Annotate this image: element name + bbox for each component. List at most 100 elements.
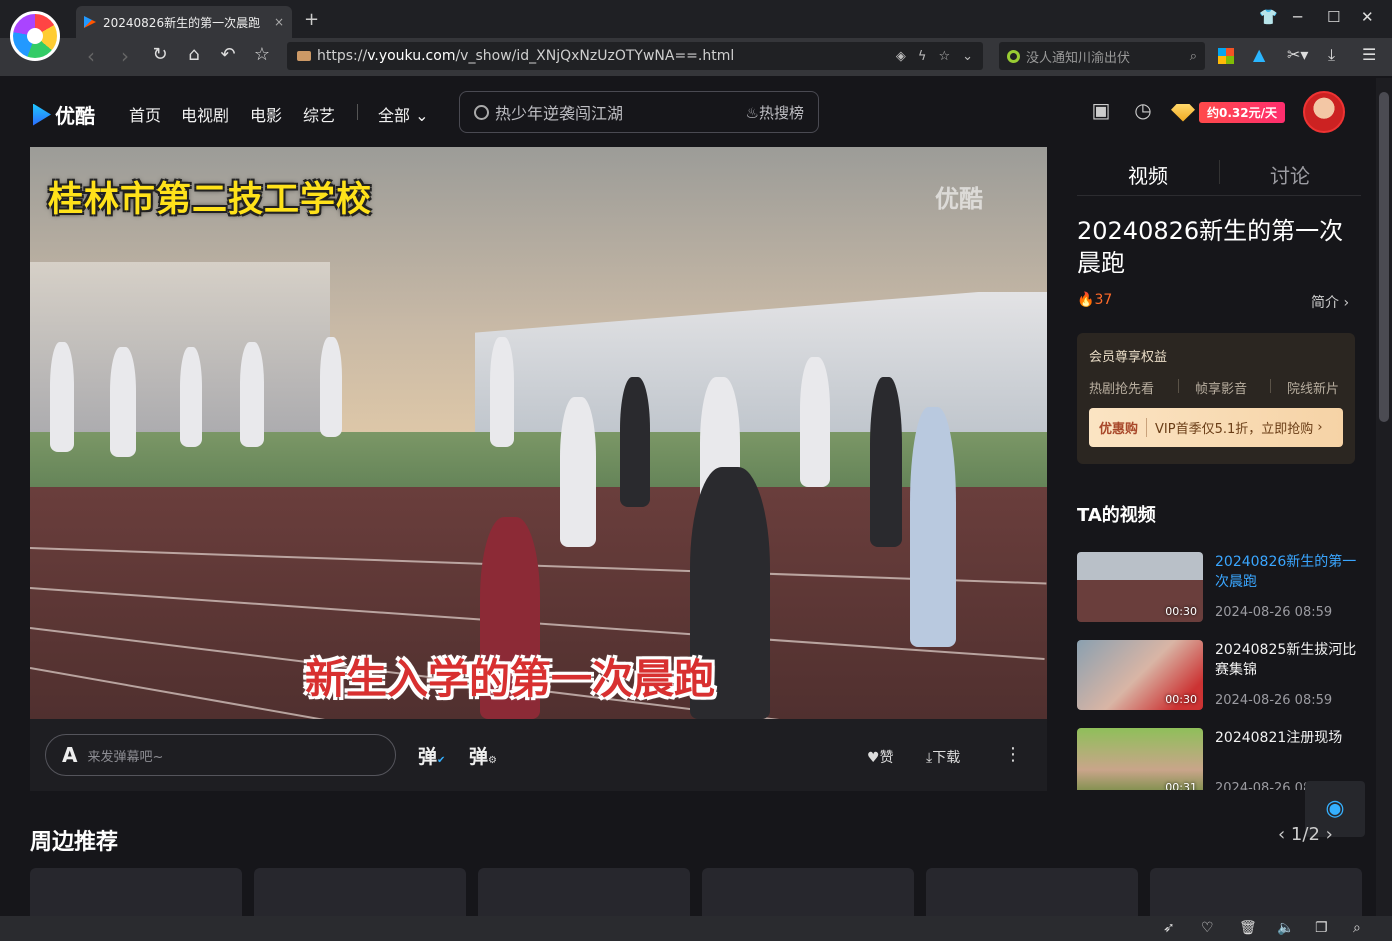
trash-icon[interactable]: 🗑 [1239, 920, 1257, 936]
youku-watermark: 优酷 [935, 185, 983, 213]
vip-badge[interactable]: 约0.32元/天 [1171, 102, 1285, 123]
back-icon[interactable]: ‹ [78, 44, 104, 68]
maximize-icon[interactable]: ☐ [1327, 8, 1340, 26]
bookmark-star-icon[interactable]: ☆ [249, 44, 275, 65]
video-title: 20240826新生的第一次晨跑 [1077, 217, 1344, 277]
reload-icon[interactable]: ↻ [147, 44, 173, 65]
download-icon[interactable]: ⤓ [1328, 45, 1335, 65]
search-engine-icon [1007, 49, 1020, 63]
video-player[interactable]: 优酷 桂林市第二技工学校 新生入学的第一次晨跑 [30, 147, 1047, 719]
favorite-star-icon[interactable]: ☆ [938, 49, 950, 64]
shirt-icon[interactable]: 👕 [1259, 8, 1278, 26]
danmu-toggle-button[interactable]: 弹✔ [418, 742, 445, 769]
video-thumbnail: 00:30 [1077, 552, 1203, 622]
list-item[interactable]: 00:30 20240826新生的第一次晨跑 2024-08-26 08:59 [1077, 552, 1362, 622]
tv-icon[interactable]: ▣ [1088, 98, 1114, 124]
nav-tv[interactable]: 电视剧 [181, 102, 229, 126]
apps-grid-icon[interactable] [1218, 48, 1234, 64]
more-options-icon[interactable]: ⋮ [1004, 744, 1022, 765]
vip-offer-tag: 优惠购 [1099, 418, 1148, 437]
browser-search-box[interactable]: 没人通知川渝出伏 ⌕ [999, 42, 1205, 70]
video-item-title: 20240821注册现场 [1215, 730, 1343, 746]
youku-logo[interactable]: 优酷 [33, 100, 95, 129]
nav-all[interactable]: 全部 ⌄ [378, 102, 429, 126]
zoom-search-icon[interactable]: ⌕ [1353, 920, 1361, 936]
app-store-icon[interactable]: ▲ [1253, 45, 1265, 64]
rocket-icon[interactable]: ➶ [1163, 920, 1175, 936]
nav-home[interactable]: 首页 [129, 102, 161, 126]
minimize-icon[interactable]: ─ [1293, 8, 1302, 26]
menu-icon[interactable]: ☰ [1362, 45, 1376, 64]
tab-divider [1219, 160, 1220, 184]
diamond-icon [1171, 103, 1195, 122]
list-item[interactable]: 00:30 20240825新生拔河比赛集锦 2024-08-26 08:59 [1077, 640, 1362, 710]
vip-feature-divider [1270, 379, 1271, 393]
history-clock-icon[interactable]: ◷ [1130, 98, 1156, 124]
student-figure [800, 357, 830, 487]
student-figure [110, 347, 136, 457]
danmu-toggle-label: 弹 [418, 746, 438, 768]
browser-tab[interactable]: 20240826新生的第一次晨跑 × [76, 6, 292, 38]
tab-video[interactable]: 视频 [1128, 160, 1168, 189]
danmu-placeholder: 来发弹幕吧~ [87, 749, 164, 765]
nav-movie[interactable]: 电影 [250, 102, 282, 126]
address-bar[interactable]: https://v.youku.com/v_show/id_XNjQxNzUzO… [287, 42, 983, 70]
hot-search-label: 热搜榜 [758, 103, 804, 122]
nav-variety[interactable]: 综艺 [303, 102, 335, 126]
user-avatar[interactable] [1303, 91, 1345, 133]
new-tab-button[interactable]: + [304, 9, 319, 30]
forward-icon[interactable]: › [112, 44, 138, 68]
danmu-input[interactable]: A 来发弹幕吧~ [45, 734, 396, 776]
intro-label: 简介 [1311, 295, 1339, 311]
video-thumbnail: 00:31 [1077, 728, 1203, 790]
like-button[interactable]: ♥赞 [867, 747, 894, 767]
window-icon[interactable]: ❐ [1315, 920, 1328, 936]
search-icon [474, 104, 489, 120]
tab-discussion[interactable]: 讨论 [1270, 160, 1310, 189]
student-figure [320, 337, 342, 437]
lightning-icon[interactable]: ϟ [918, 49, 927, 64]
flame-icon: ♨ [745, 103, 759, 122]
chevron-right-icon: › [1339, 295, 1350, 311]
heat-count: 🔥37 [1077, 292, 1112, 308]
hot-search-link[interactable]: ♨热搜榜 [746, 102, 804, 123]
danmu-settings-button[interactable]: 弹⚙ [469, 742, 497, 769]
youku-logo-icon [33, 103, 51, 126]
vip-offer-button[interactable]: 优惠购 VIP首季仅5.1折，立即抢购 › [1089, 408, 1343, 447]
tab-close-icon[interactable]: × [274, 15, 284, 29]
browser-search-placeholder: 没人通知川渝出伏 [1026, 50, 1131, 66]
video-caption-bottom: 新生入学的第一次晨跑 [305, 655, 715, 703]
heart-monitor-icon[interactable]: ♡ [1201, 920, 1214, 936]
video-thumbnail: 00:30 [1077, 640, 1203, 710]
recommend-pager[interactable]: ‹ 1/2 › [1278, 824, 1333, 845]
search-icon[interactable]: ⌕ [1190, 49, 1197, 64]
ta-videos-title: TA的视频 [1077, 505, 1156, 526]
scrollbar-thumb[interactable] [1379, 92, 1389, 422]
duration: 00:30 [1165, 605, 1197, 618]
window-close-icon[interactable]: ✕ [1361, 8, 1374, 26]
shield-icon[interactable]: ◈ [896, 49, 906, 64]
video-item-date: 2024-08-26 08:59 [1215, 605, 1333, 620]
heat-value: 37 [1094, 292, 1113, 308]
vip-feature: 热剧抢先看 [1089, 382, 1155, 397]
download-button[interactable]: ⤓下载 [926, 747, 960, 767]
scissors-icon[interactable]: ✂▾ [1287, 45, 1308, 64]
chevron-right-icon[interactable]: › [1320, 824, 1333, 845]
volume-icon[interactable]: 🔈 [1277, 920, 1294, 936]
site-search-input[interactable]: 热少年逆袭闯江湖 ♨热搜榜 [459, 91, 819, 133]
chevron-down-icon[interactable]: ⌄ [962, 49, 973, 64]
heart-icon: ♥ [867, 750, 880, 766]
intro-link[interactable]: 简介 › [1311, 292, 1349, 312]
danmu-style-icon[interactable]: A [62, 743, 77, 767]
url-path: /v_show/id_XNjQxNzUzOTYwNA==.html [455, 48, 735, 64]
browser-logo-icon[interactable] [10, 11, 60, 61]
home-icon[interactable]: ⌂ [181, 44, 207, 65]
like-label: 赞 [879, 750, 894, 766]
vip-feature: 院线新片 [1287, 382, 1340, 397]
video-item-title: 20240826新生的第一次晨跑 [1215, 554, 1357, 590]
nav-all-label: 全部 [378, 106, 411, 125]
duration: 00:30 [1165, 693, 1197, 706]
chevron-left-icon[interactable]: ‹ [1278, 824, 1291, 845]
undo-icon[interactable]: ↶ [215, 44, 241, 65]
status-bar [0, 916, 1392, 941]
